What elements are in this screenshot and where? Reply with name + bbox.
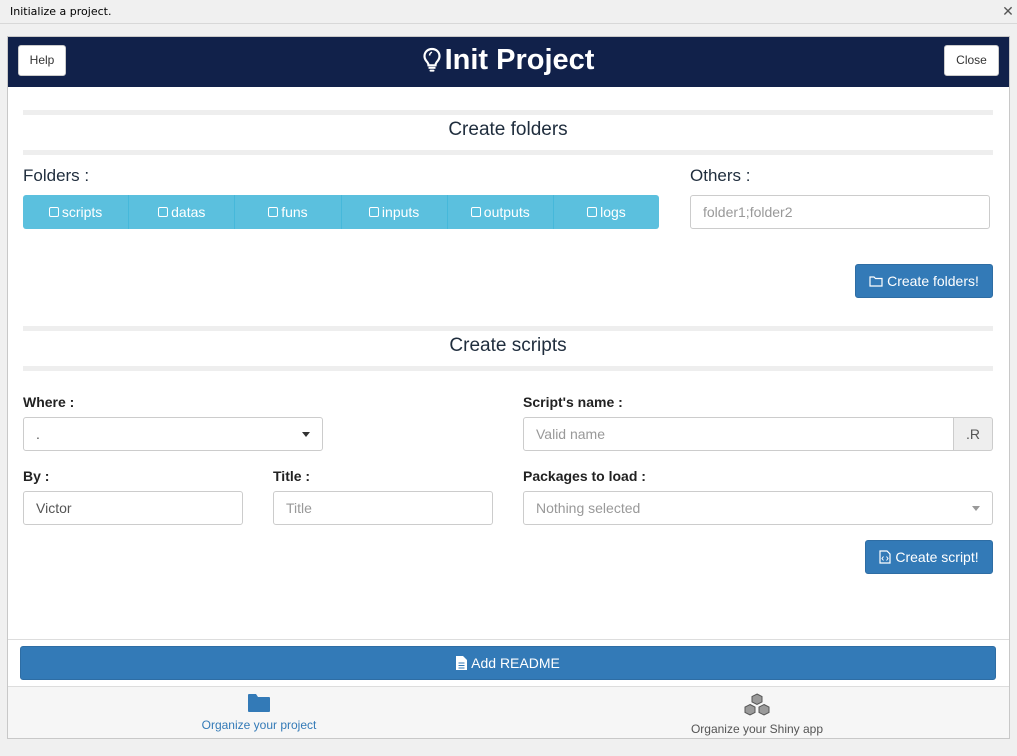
folder-open-icon bbox=[869, 276, 883, 287]
folders-label: Folders : bbox=[23, 166, 90, 185]
section-divider bbox=[23, 366, 993, 371]
section-divider bbox=[23, 110, 993, 115]
folders-checkbox-group: scripts datas funs inputs outputs logs bbox=[23, 195, 659, 229]
checkbox-icon bbox=[368, 207, 379, 217]
tab-organize-shiny-app[interactable]: Organize your Shiny app bbox=[607, 693, 907, 736]
folder-option-logs[interactable]: logs bbox=[553, 195, 659, 229]
page-title-text: Init Project bbox=[444, 44, 595, 76]
window-close-icon[interactable]: ✕ bbox=[1001, 3, 1015, 19]
file-code-icon bbox=[879, 550, 891, 564]
window-titlebar: Initialize a project. ✕ bbox=[0, 0, 1017, 24]
gadget-frame: Help Init Project Close Create folders F… bbox=[7, 36, 1010, 739]
folder-icon bbox=[248, 694, 270, 712]
create-script-button[interactable]: Create script! bbox=[865, 540, 993, 574]
others-folders-input[interactable]: folder1;folder2 bbox=[690, 195, 990, 229]
divider bbox=[8, 639, 1009, 640]
author-input[interactable]: Victor bbox=[23, 491, 243, 525]
checkbox-icon bbox=[268, 207, 279, 217]
chevron-down-icon bbox=[302, 432, 310, 437]
footer-tabbar: Organize your project Organize your Shin… bbox=[8, 687, 1009, 738]
checkbox-icon bbox=[158, 207, 169, 217]
file-text-icon bbox=[456, 656, 468, 670]
create-folders-heading: Create folders bbox=[448, 119, 568, 140]
checkbox-icon bbox=[470, 207, 481, 217]
page-title: Init Project bbox=[8, 43, 1009, 77]
packages-label: Packages to load : bbox=[523, 468, 646, 484]
script-name-label: Script's name : bbox=[523, 394, 623, 410]
close-button[interactable]: Close bbox=[944, 45, 999, 76]
lightbulb-icon bbox=[422, 47, 441, 72]
script-name-input[interactable]: Valid name bbox=[523, 417, 954, 451]
where-label: Where : bbox=[23, 394, 75, 410]
folder-option-funs[interactable]: funs bbox=[235, 195, 342, 229]
section-divider bbox=[23, 326, 993, 331]
folder-option-scripts[interactable]: scripts bbox=[23, 195, 130, 229]
title-label: Title : bbox=[273, 468, 311, 484]
tab-label: Organize your Shiny app bbox=[690, 722, 824, 736]
by-label: By : bbox=[23, 468, 50, 484]
create-folders-button[interactable]: Create folders! bbox=[855, 264, 993, 298]
folder-option-datas[interactable]: datas bbox=[129, 195, 236, 229]
gadget-header: Help Init Project Close bbox=[8, 37, 1009, 87]
checkbox-icon bbox=[48, 207, 59, 217]
where-select[interactable]: . bbox=[23, 417, 323, 451]
chevron-down-icon bbox=[972, 506, 980, 511]
script-extension-addon: .R bbox=[954, 417, 993, 451]
folder-option-inputs[interactable]: inputs bbox=[341, 195, 448, 229]
packages-select[interactable]: Nothing selected bbox=[523, 491, 993, 525]
cubes-icon bbox=[744, 693, 770, 716]
section-divider bbox=[23, 150, 993, 155]
folder-option-outputs[interactable]: outputs bbox=[447, 195, 554, 229]
create-scripts-heading: Create scripts bbox=[449, 335, 567, 356]
add-readme-button[interactable]: Add README bbox=[20, 646, 996, 680]
others-label: Others : bbox=[690, 166, 751, 185]
tab-label: Organize your project bbox=[201, 718, 317, 732]
window-title: Initialize a project. bbox=[10, 5, 112, 18]
checkbox-icon bbox=[587, 207, 598, 217]
title-input[interactable]: Title bbox=[273, 491, 493, 525]
tab-organize-project[interactable]: Organize your project bbox=[109, 693, 409, 732]
